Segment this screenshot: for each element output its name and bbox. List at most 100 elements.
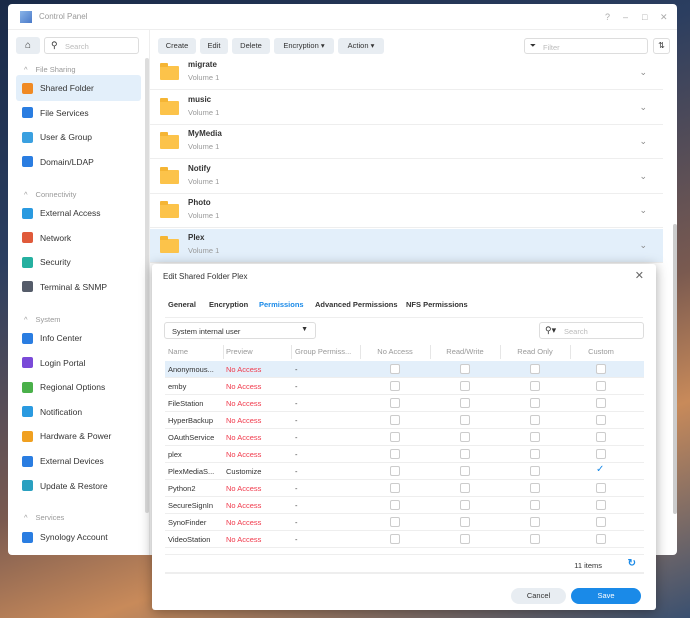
folder-row[interactable]: Plex Volume 1 ⌄ <box>150 228 663 263</box>
read-write-checkbox[interactable] <box>460 449 470 459</box>
read-only-checkbox[interactable] <box>530 364 540 374</box>
permission-row[interactable]: PlexMediaS... Customize - ✓ <box>165 463 644 480</box>
folder-row[interactable]: music Volume 1 ⌄ <box>150 91 663 125</box>
sidebar-item-notification[interactable]: Notification <box>16 399 141 425</box>
no-access-checkbox[interactable] <box>390 483 400 493</box>
permission-search-input[interactable]: ⚲▾ Search <box>539 322 644 339</box>
filter-input[interactable]: ⏷ Filter <box>524 38 648 54</box>
sidebar-section-header[interactable]: ^ Connectivity <box>24 190 76 199</box>
refresh-icon[interactable]: ↻ <box>628 558 636 569</box>
folder-row[interactable]: Notify Volume 1 ⌄ <box>150 160 663 194</box>
close-dialog-icon[interactable]: ✕ <box>635 269 644 282</box>
read-write-checkbox[interactable] <box>460 483 470 493</box>
read-write-checkbox[interactable] <box>460 534 470 544</box>
read-write-checkbox[interactable] <box>460 398 470 408</box>
no-access-checkbox[interactable] <box>390 381 400 391</box>
read-write-checkbox[interactable] <box>460 364 470 374</box>
sidebar-item-update-restore[interactable]: Update & Restore <box>16 473 141 499</box>
custom-checkbox[interactable]: ✓ <box>596 464 606 475</box>
tab-advanced-permissions[interactable]: Advanced Permissions <box>315 300 398 309</box>
tab-permissions[interactable]: Permissions <box>259 300 304 309</box>
sidebar-section-header[interactable]: ^ File Sharing <box>24 65 76 74</box>
folder-row[interactable]: MyMedia Volume 1 ⌄ <box>150 125 663 159</box>
permission-row[interactable]: Anonymous... No Access - <box>165 361 644 378</box>
read-write-checkbox[interactable] <box>460 415 470 425</box>
custom-checkbox[interactable] <box>596 398 606 408</box>
maximize-icon[interactable]: □ <box>642 12 647 22</box>
sidebar-item-shared-folder[interactable]: Shared Folder <box>16 75 141 101</box>
column-header[interactable]: Read/Write <box>445 347 485 356</box>
home-button[interactable]: ⌂ <box>16 37 40 54</box>
read-write-checkbox[interactable] <box>460 381 470 391</box>
delete-button[interactable]: Delete <box>232 38 270 54</box>
sidebar-section-header[interactable]: ^ System <box>24 315 61 324</box>
tab-general[interactable]: General <box>168 300 196 309</box>
sidebar-item-file-services[interactable]: File Services <box>16 100 141 126</box>
sort-button[interactable]: ⇅ <box>653 38 670 54</box>
read-only-checkbox[interactable] <box>530 483 540 493</box>
sidebar-item-info-center[interactable]: Info Center <box>16 325 141 351</box>
create-button[interactable]: Create <box>158 38 196 54</box>
chevron-down-icon[interactable]: ⌄ <box>639 102 647 113</box>
sidebar-section-header[interactable]: ^ Services <box>24 513 64 522</box>
encryption-dropdown[interactable]: Encryption ▾ <box>274 38 334 54</box>
permission-row[interactable]: SynoFinder No Access - <box>165 514 644 531</box>
sidebar-scrollbar[interactable] <box>145 58 149 513</box>
custom-checkbox[interactable] <box>596 534 606 544</box>
custom-checkbox[interactable] <box>596 517 606 527</box>
read-only-checkbox[interactable] <box>530 500 540 510</box>
column-header[interactable]: Preview <box>226 347 253 356</box>
permission-row[interactable]: plex No Access - <box>165 446 644 463</box>
read-write-checkbox[interactable] <box>460 500 470 510</box>
no-access-checkbox[interactable] <box>390 534 400 544</box>
sidebar-item-regional-options[interactable]: Regional Options <box>16 374 141 400</box>
permission-row[interactable]: OAuthService No Access - <box>165 429 644 446</box>
folder-row[interactable]: Photo Volume 1 ⌄ <box>150 194 663 228</box>
folder-row[interactable]: migrate Volume 1 ⌄ <box>150 56 663 90</box>
permission-row[interactable]: VideoStation No Access - <box>165 531 644 548</box>
read-write-checkbox[interactable] <box>460 466 470 476</box>
save-button[interactable]: Save <box>571 588 641 604</box>
cancel-button[interactable]: Cancel <box>511 588 566 604</box>
minimize-icon[interactable]: – <box>623 12 628 22</box>
read-only-checkbox[interactable] <box>530 466 540 476</box>
permission-row[interactable]: emby No Access - <box>165 378 644 395</box>
read-only-checkbox[interactable] <box>530 381 540 391</box>
chevron-down-icon[interactable]: ⌄ <box>639 171 647 182</box>
no-access-checkbox[interactable] <box>390 398 400 408</box>
sidebar-item-terminal-snmp[interactable]: Terminal & SNMP <box>16 274 141 300</box>
custom-checkbox[interactable] <box>596 449 606 459</box>
no-access-checkbox[interactable] <box>390 517 400 527</box>
sidebar-item-security[interactable]: Security <box>16 249 141 275</box>
read-write-checkbox[interactable] <box>460 517 470 527</box>
permission-row[interactable]: Python2 No Access - <box>165 480 644 497</box>
sidebar-item-external-devices[interactable]: External Devices <box>16 448 141 474</box>
chevron-down-icon[interactable]: ⌄ <box>639 240 647 251</box>
edit-button[interactable]: Edit <box>200 38 228 54</box>
read-only-checkbox[interactable] <box>530 517 540 527</box>
help-icon[interactable]: ? <box>605 12 610 22</box>
close-window-icon[interactable]: ✕ <box>660 12 668 23</box>
tab-encryption[interactable]: Encryption <box>209 300 248 309</box>
column-header[interactable]: Read Only <box>515 347 555 356</box>
no-access-checkbox[interactable] <box>390 500 400 510</box>
sidebar-item-user-group[interactable]: User & Group <box>16 124 141 150</box>
sidebar-item-domain-ldap[interactable]: Domain/LDAP <box>16 149 141 175</box>
custom-checkbox[interactable] <box>596 483 606 493</box>
column-header[interactable]: Group Permiss... <box>295 347 351 356</box>
permission-row[interactable]: FileStation No Access - <box>165 395 644 412</box>
column-header[interactable]: No Access <box>375 347 415 356</box>
content-scrollbar[interactable] <box>673 224 677 514</box>
no-access-checkbox[interactable] <box>390 432 400 442</box>
read-only-checkbox[interactable] <box>530 534 540 544</box>
column-header[interactable]: Custom <box>581 347 621 356</box>
permission-row[interactable]: SecureSignIn No Access - <box>165 497 644 514</box>
custom-checkbox[interactable] <box>596 432 606 442</box>
sidebar-item-network[interactable]: Network <box>16 225 141 251</box>
no-access-checkbox[interactable] <box>390 449 400 459</box>
read-only-checkbox[interactable] <box>530 432 540 442</box>
no-access-checkbox[interactable] <box>390 364 400 374</box>
read-only-checkbox[interactable] <box>530 398 540 408</box>
read-write-checkbox[interactable] <box>460 432 470 442</box>
column-header[interactable]: Name <box>168 347 188 356</box>
